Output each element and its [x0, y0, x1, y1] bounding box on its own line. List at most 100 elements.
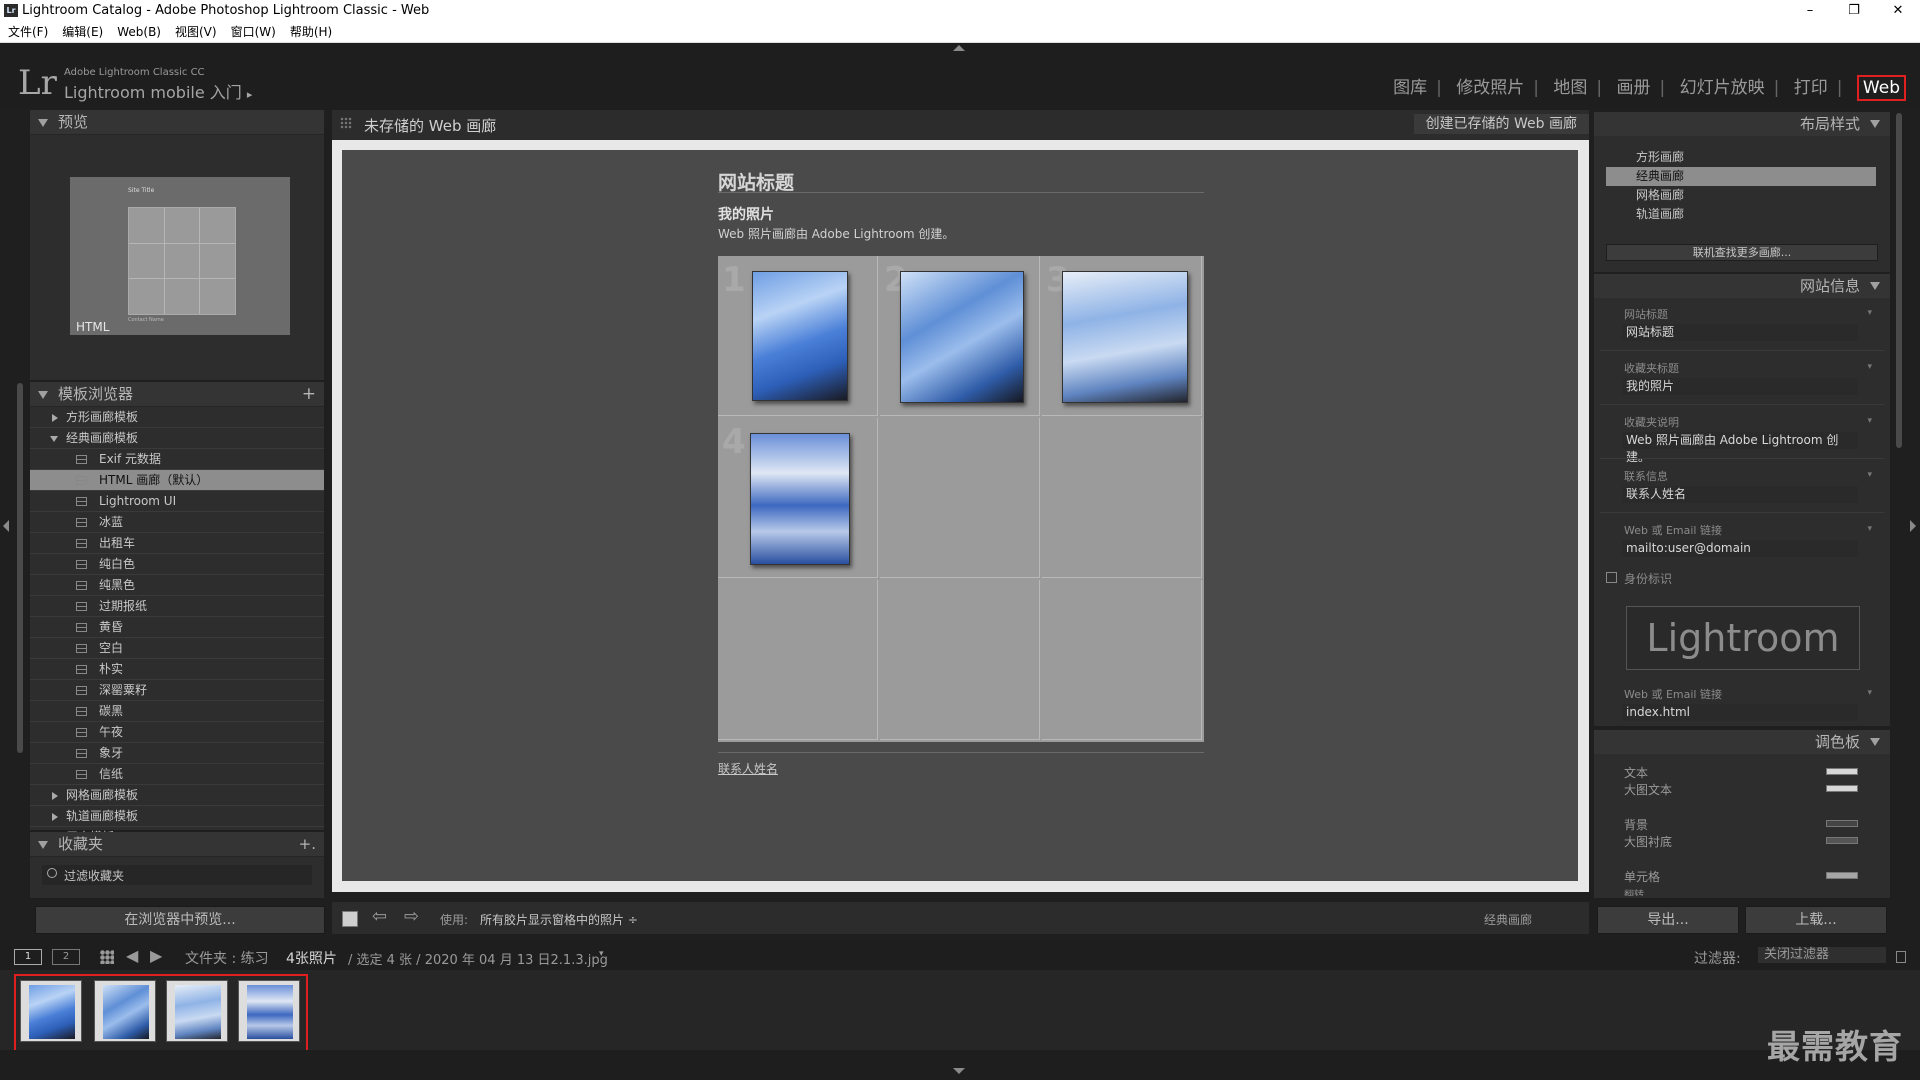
selection-info[interactable]: / 选定 4 张 / 2020 年 04 月 13 日2.1.3.jpg — [348, 949, 608, 968]
right-panel-toggle-icon[interactable] — [1910, 520, 1916, 532]
close-button[interactable]: ✕ — [1876, 0, 1920, 22]
template-item[interactable]: 信纸 — [30, 764, 324, 785]
menu-window[interactable]: 窗口(W) — [231, 22, 276, 42]
grid-cell[interactable]: 4 — [718, 418, 878, 578]
template-item[interactable]: 空白 — [30, 638, 324, 659]
create-saved-gallery-button[interactable]: 创建已存储的 Web 画廊 — [1413, 114, 1589, 134]
template-folder[interactable]: 网格画廊模板 — [30, 785, 324, 806]
menu-web[interactable]: Web(B) — [117, 22, 161, 42]
template-folder[interactable]: 轨道画廊模板 — [30, 806, 324, 827]
forward-arrow-icon[interactable]: ⇨ — [404, 906, 419, 927]
template-folder[interactable]: 方形画廊模板 — [30, 407, 324, 428]
filmstrip-thumbnail[interactable] — [166, 980, 228, 1042]
gallery-photo[interactable] — [750, 433, 850, 565]
template-item[interactable]: Lightroom UI — [30, 491, 324, 512]
menu-view[interactable]: 视图(V) — [175, 22, 217, 42]
add-template-icon[interactable]: + — [302, 382, 316, 406]
contact-link[interactable]: 联系人姓名 — [718, 760, 778, 777]
menu-file[interactable]: 文件(F) — [8, 22, 48, 42]
filter-dropdown[interactable]: 关闭过滤器 — [1758, 947, 1886, 963]
color-swatch[interactable] — [1826, 872, 1858, 879]
color-palette-header[interactable]: 调色板 — [1594, 730, 1890, 754]
grid-cell[interactable]: 2 — [880, 256, 1040, 416]
back-arrow-icon[interactable]: ⇦ — [372, 906, 387, 927]
back-arrow-icon[interactable]: ◀ — [126, 946, 138, 965]
site-info-header[interactable]: 网站信息 — [1594, 274, 1890, 298]
lock-icon[interactable] — [1896, 951, 1906, 963]
dropdown-arrow-icon[interactable]: ▾ — [1867, 688, 1872, 698]
site-title[interactable]: 网站标题 — [718, 168, 1204, 194]
site-info-field[interactable]: 网站标题 — [1622, 324, 1858, 341]
site-info-field[interactable]: 联系人姓名 — [1622, 486, 1858, 503]
gallery-photo[interactable] — [900, 271, 1024, 403]
site-info-field[interactable]: 我的照片 — [1622, 378, 1858, 395]
template-item[interactable]: 象牙 — [30, 743, 324, 764]
grid-view-icon[interactable] — [100, 950, 114, 964]
site-info-field[interactable]: mailto:user@domain — [1622, 540, 1858, 557]
chevron-down-icon[interactable]: ▾ — [599, 949, 604, 959]
template-item[interactable]: 纯黑色 — [30, 575, 324, 596]
template-browser-header[interactable]: 模板浏览器 + — [30, 382, 324, 407]
template-item[interactable]: 朴实 — [30, 659, 324, 680]
upload-button[interactable]: 上载... — [1745, 906, 1887, 934]
menu-edit[interactable]: 编辑(E) — [62, 22, 103, 42]
color-swatch[interactable] — [1826, 820, 1858, 827]
dropdown-arrow-icon[interactable]: ▾ — [1867, 524, 1872, 534]
site-info-field[interactable]: Web 照片画廊由 Adobe Lightroom 创建。 — [1622, 432, 1858, 464]
template-item[interactable]: 过期报纸 — [30, 596, 324, 617]
module-develop[interactable]: 修改照片 — [1456, 78, 1524, 98]
filmstrip-thumbnail[interactable] — [94, 980, 156, 1042]
use-dropdown[interactable]: 所有胶片显示窗格中的照片 ÷ — [480, 911, 638, 928]
module-slideshow[interactable]: 幻灯片放映 — [1680, 78, 1765, 98]
web-link-field[interactable]: index.html — [1622, 704, 1858, 721]
mobile-getting-started[interactable]: Lightroom mobile 入门 ▸ — [64, 79, 252, 103]
stop-icon[interactable] — [342, 911, 358, 927]
filmstrip-source[interactable]: 文件夹 : 练习 — [185, 948, 269, 968]
template-item[interactable]: Exif 元数据 — [30, 449, 324, 470]
identity-plate-checkbox[interactable] — [1606, 572, 1617, 583]
bottom-panel-toggle-icon[interactable] — [953, 1068, 965, 1074]
left-panel-toggle-icon[interactable] — [3, 520, 9, 532]
layout-style-item[interactable]: 方形画廊 — [1606, 148, 1876, 167]
export-button[interactable]: 导出... — [1597, 906, 1739, 934]
gallery-photo[interactable] — [752, 271, 848, 401]
layout-style-item[interactable]: 网格画廊 — [1606, 186, 1876, 205]
collections-header[interactable]: 收藏夹 +. — [30, 832, 324, 857]
color-swatch[interactable] — [1826, 837, 1858, 844]
dropdown-arrow-icon[interactable]: ▾ — [1867, 308, 1872, 318]
secondary-window-button[interactable]: 2 — [52, 949, 80, 965]
color-swatch[interactable] — [1826, 768, 1858, 775]
minimize-button[interactable]: – — [1788, 0, 1832, 22]
filmstrip-thumbnail[interactable] — [238, 980, 300, 1042]
layout-style-header[interactable]: 布局样式 — [1594, 112, 1890, 136]
primary-window-button[interactable]: 1 — [14, 949, 42, 965]
module-print[interactable]: 打印 — [1794, 78, 1828, 98]
preview-header[interactable]: 预览 — [30, 110, 324, 135]
module-map[interactable]: 地图 — [1553, 78, 1587, 98]
template-folder[interactable]: 经典画廊模板 — [30, 428, 324, 449]
collection-description[interactable]: Web 照片画廊由 Adobe Lightroom 创建。 — [718, 225, 954, 242]
left-scrollbar[interactable] — [17, 383, 23, 753]
module-library[interactable]: 图库 — [1393, 78, 1427, 98]
preview-in-browser-button[interactable]: 在浏览器中预览... — [35, 906, 325, 934]
right-scrollbar[interactable] — [1896, 113, 1902, 448]
identity-plate-preview[interactable]: Lightroom — [1626, 606, 1860, 670]
template-item[interactable]: 冰蓝 — [30, 512, 324, 533]
template-item[interactable]: HTML 画廊（默认） — [30, 470, 324, 491]
dropdown-arrow-icon[interactable]: ▾ — [1867, 470, 1872, 480]
template-item[interactable]: 午夜 — [30, 722, 324, 743]
dropdown-arrow-icon[interactable]: ▾ — [1867, 416, 1872, 426]
filter-collections-input[interactable]: 过滤收藏夹 — [42, 865, 312, 885]
layout-style-item[interactable]: 经典画廊 — [1606, 167, 1876, 186]
collection-title[interactable]: 我的照片 — [718, 204, 774, 224]
gallery-photo[interactable] — [1062, 271, 1188, 403]
add-collection-icon[interactable]: +. — [299, 832, 316, 856]
template-item[interactable]: 纯白色 — [30, 554, 324, 575]
module-web[interactable]: Web — [1856, 75, 1906, 101]
color-swatch[interactable] — [1826, 785, 1858, 792]
menu-help[interactable]: 帮助(H) — [290, 22, 332, 42]
template-item[interactable]: 深罂粟籽 — [30, 680, 324, 701]
forward-arrow-icon[interactable]: ▶ — [150, 946, 162, 965]
template-item[interactable]: 出租车 — [30, 533, 324, 554]
dropdown-arrow-icon[interactable]: ▾ — [1867, 362, 1872, 372]
